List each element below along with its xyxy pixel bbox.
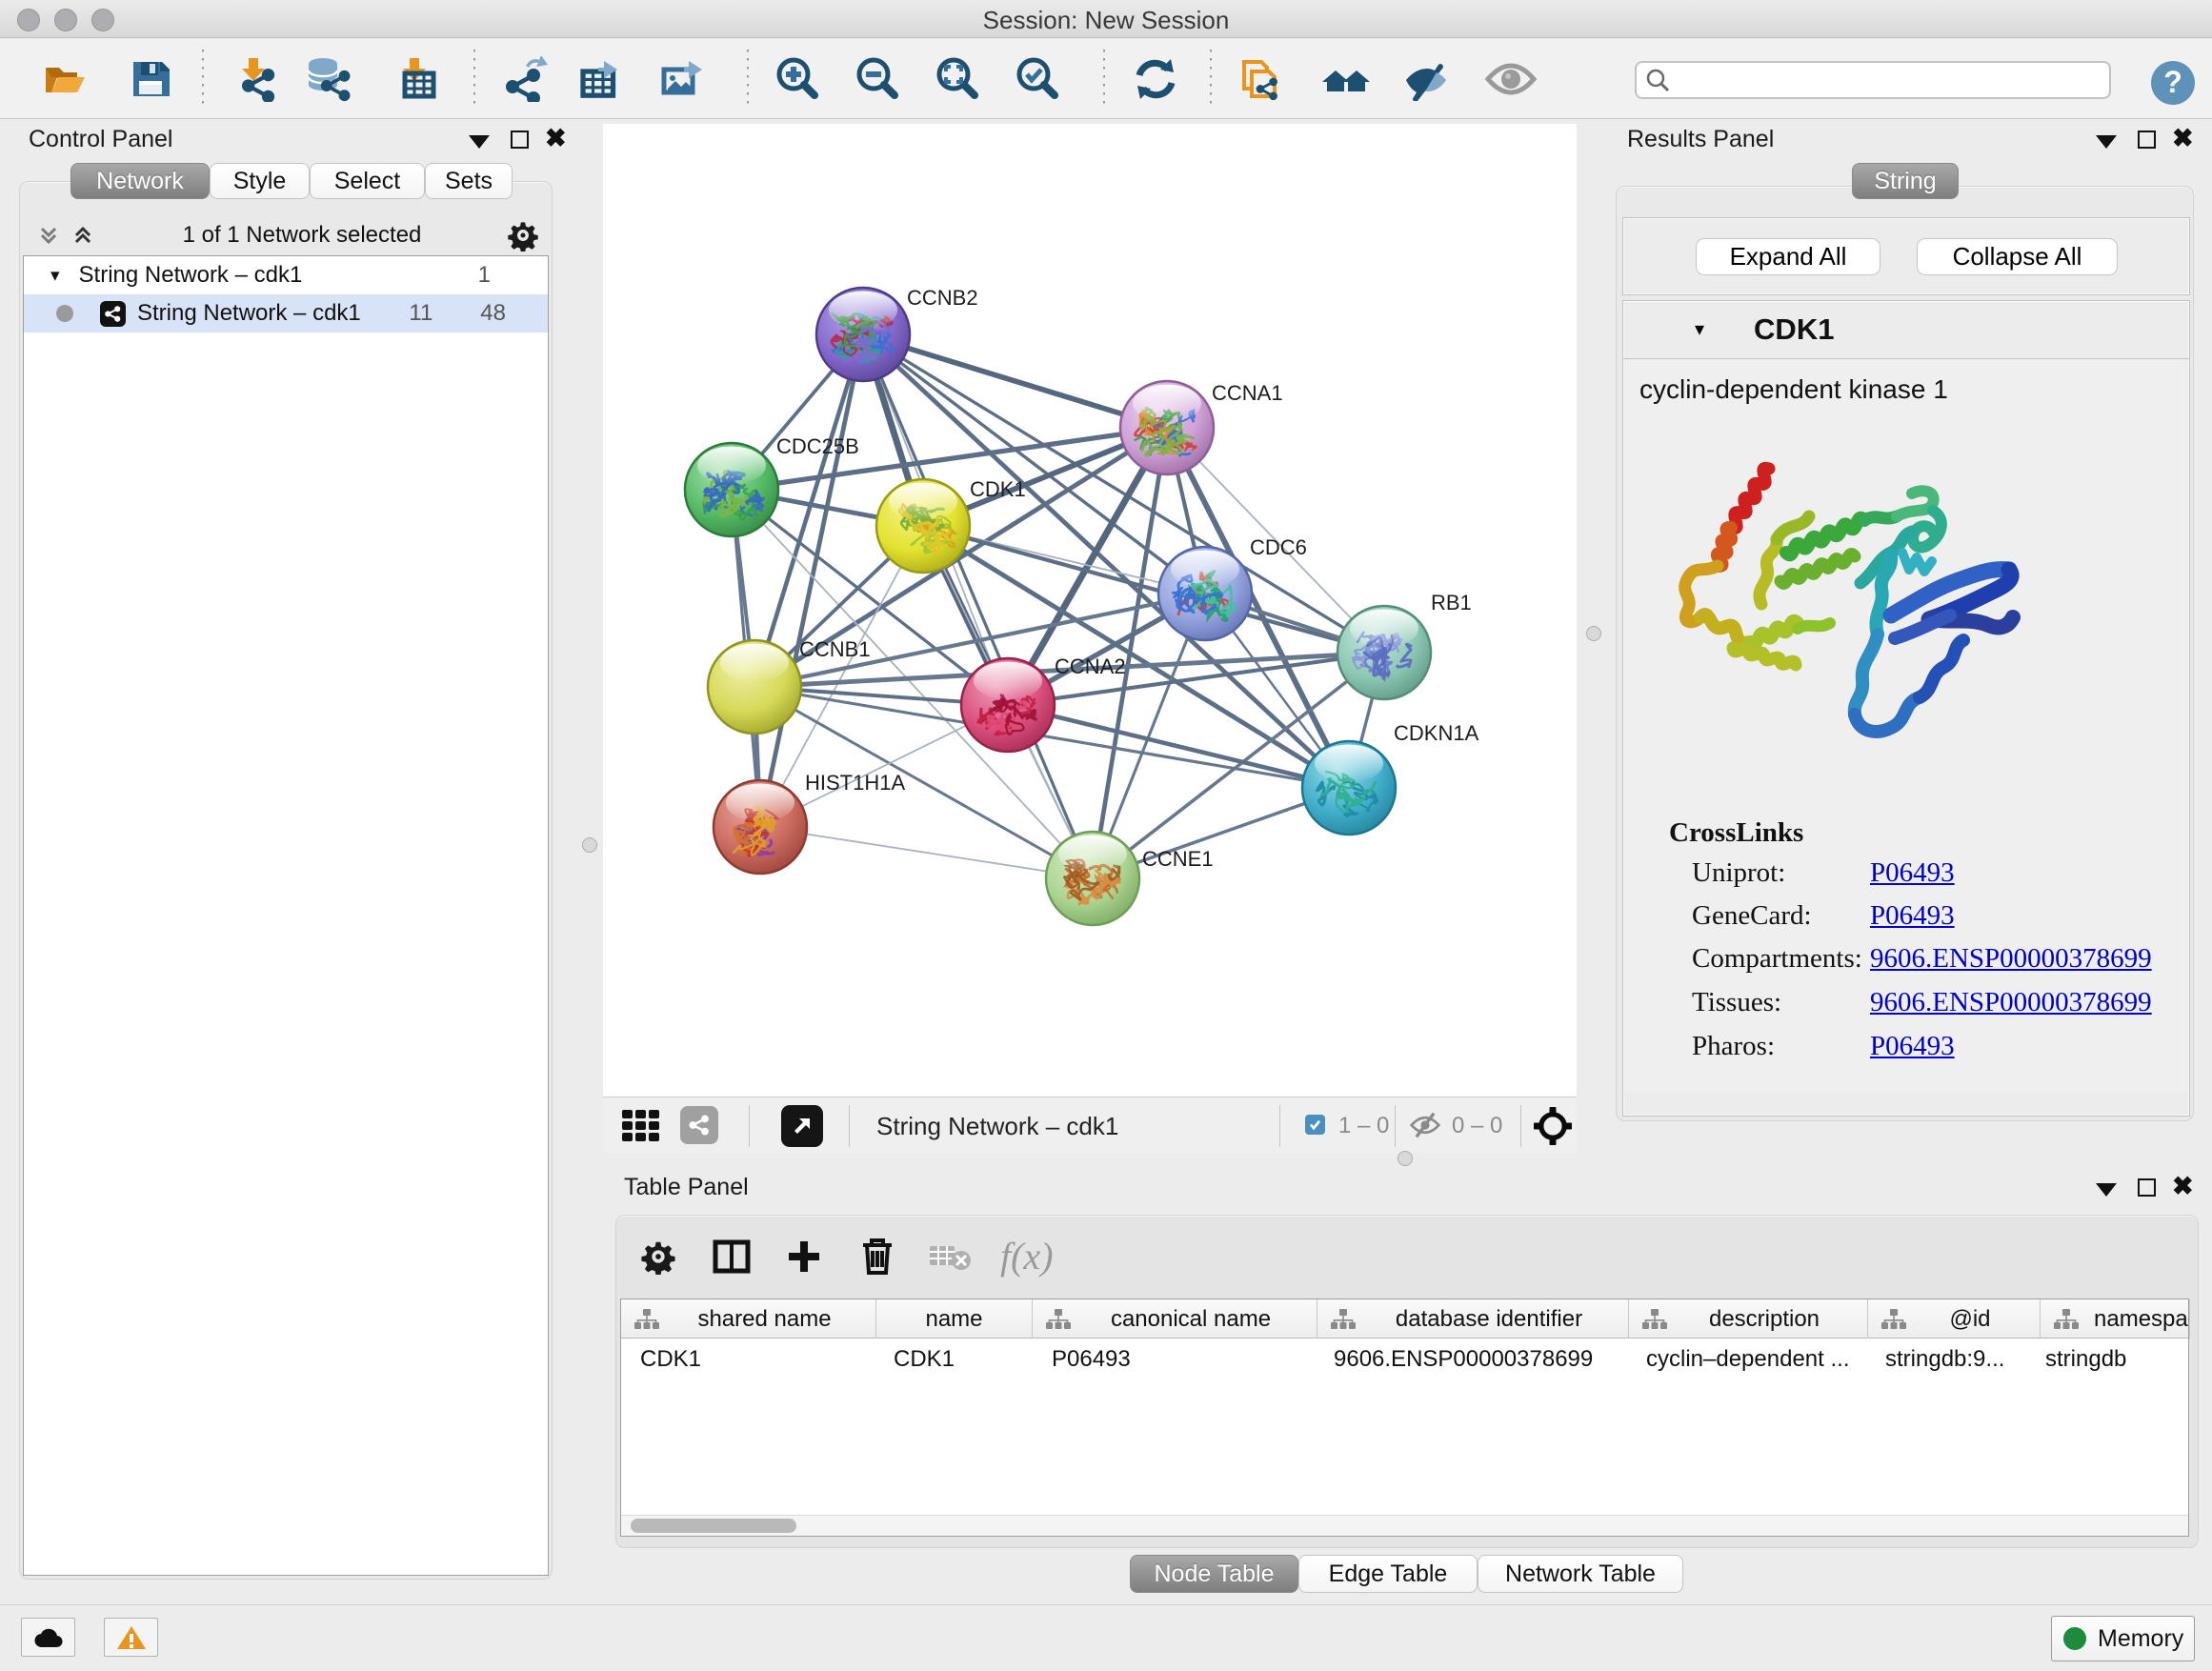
svg-text:HIST1H1A: HIST1H1A	[805, 771, 905, 795]
svg-text:?: ?	[2163, 65, 2182, 99]
svg-text:CDKN1A: CDKN1A	[1394, 721, 1479, 745]
svg-text:CCNB1: CCNB1	[799, 637, 871, 661]
svg-text:CCNB2: CCNB2	[907, 286, 978, 310]
svg-text:CCNE1: CCNE1	[1142, 847, 1214, 871]
svg-text:CDC6: CDC6	[1250, 535, 1307, 559]
svg-text:CCNA2: CCNA2	[1055, 654, 1126, 678]
svg-text:CCNA1: CCNA1	[1212, 381, 1283, 405]
svg-text:RB1: RB1	[1431, 591, 1472, 614]
svg-text:CDK1: CDK1	[970, 477, 1026, 501]
svg-text:CDC25B: CDC25B	[776, 434, 859, 458]
